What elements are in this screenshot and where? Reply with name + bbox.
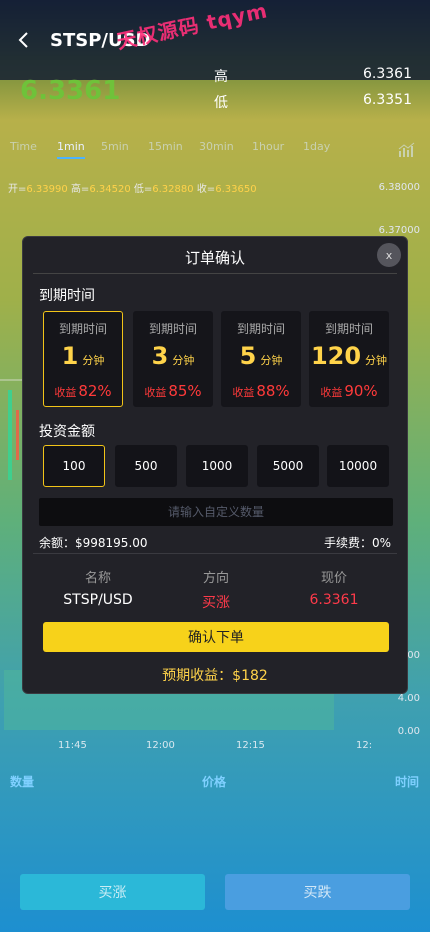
- divider: [33, 553, 397, 554]
- indicator-icon[interactable]: [398, 142, 416, 158]
- info-direction: 方向 买涨: [161, 567, 271, 612]
- y-tick: 4.00: [397, 693, 420, 704]
- interval-tabs: Time 1min 5min 15min 30min 1hour 1day: [0, 136, 430, 166]
- duration-option-1min[interactable]: 到期时间 1 分钟 收益 82%: [43, 311, 123, 407]
- duration-label: 到期时间: [236, 322, 285, 336]
- y-tick: 6.37000: [378, 225, 420, 236]
- duration-option-120min[interactable]: 到期时间 120 分钟 收益 90%: [309, 311, 389, 407]
- current-price: 6.3361: [20, 76, 121, 106]
- balance-text: 余额：$998195.00: [39, 536, 148, 550]
- info-label: 方向: [202, 571, 229, 586]
- duration-yield: 收益 88%: [232, 382, 290, 400]
- close-button[interactable]: x: [377, 243, 401, 267]
- duration-value: 120 分钟: [310, 342, 388, 370]
- back-icon[interactable]: [16, 30, 30, 50]
- amount-label: 投资金额: [39, 424, 95, 440]
- duration-yield: 收益 90%: [320, 382, 378, 400]
- open-value: 6.33990: [26, 184, 68, 195]
- low-label: 低: [214, 95, 228, 111]
- price-header: 价格: [202, 775, 227, 789]
- tab-1day[interactable]: 1day: [303, 140, 330, 153]
- ohlc-readout: 开=6.33990 高=6.34520 低=6.32880 收=6.33650: [8, 180, 257, 195]
- low-value: 6.3351: [363, 92, 412, 108]
- qty-header: 数量: [10, 775, 35, 789]
- divider: [33, 273, 397, 274]
- y-tick: 6.38000: [378, 182, 420, 193]
- tab-30min[interactable]: 30min: [199, 140, 234, 153]
- order-confirm-modal: 订单确认 x 到期时间 到期时间 1 分钟 收益 82% 到期时间 3 分钟 收益 85…: [22, 236, 408, 694]
- info-value: 买涨: [202, 595, 230, 611]
- amount-option-10000[interactable]: 10000: [327, 445, 389, 487]
- duration-label: 到期时间: [324, 322, 373, 336]
- y-tick: 0.00: [397, 726, 420, 737]
- duration-option-3min[interactable]: 到期时间 3 分钟 收益 85%: [133, 311, 213, 407]
- tab-15min[interactable]: 15min: [148, 140, 183, 153]
- duration-yield: 收益 82%: [54, 382, 112, 400]
- info-label: 现价: [320, 571, 347, 586]
- info-value: 6.3361: [309, 592, 359, 608]
- x-tick: 12:15: [236, 740, 265, 751]
- expected-profit: 预期收益：$182: [162, 668, 268, 684]
- custom-amount-input[interactable]: [39, 498, 393, 526]
- buy-down-button[interactable]: 买跌: [225, 874, 410, 910]
- duration-yield: 收益 85%: [144, 382, 202, 400]
- candle: [8, 390, 12, 480]
- high-label-ohlc: 高=: [70, 184, 90, 195]
- confirm-order-button[interactable]: 确认下单: [43, 622, 389, 652]
- duration-label: 到期时间: [58, 322, 107, 336]
- amount-option-1000[interactable]: 1000: [186, 445, 248, 487]
- high-value: 6.3361: [363, 66, 412, 82]
- low-value-ohlc: 6.32880: [152, 184, 194, 195]
- amount-option-5000[interactable]: 5000: [257, 445, 319, 487]
- buy-up-button[interactable]: 买涨: [20, 874, 205, 910]
- expiry-label: 到期时间: [39, 288, 95, 304]
- info-label: 名称: [84, 571, 111, 586]
- fee-text: 手续费：0%: [323, 536, 391, 550]
- duration-value: 5 分钟: [239, 342, 283, 370]
- amount-option-100[interactable]: 100: [43, 445, 105, 487]
- close-icon: x: [385, 248, 393, 262]
- high-label: 高: [214, 69, 228, 85]
- info-value: STSP/USD: [63, 592, 133, 608]
- x-tick: 12:: [356, 740, 373, 751]
- tab-1min[interactable]: 1min: [57, 140, 85, 159]
- close-value: 6.33650: [215, 184, 257, 195]
- time-header: 时间: [395, 775, 420, 789]
- high-value-ohlc: 6.34520: [89, 184, 131, 195]
- candle: [16, 410, 19, 460]
- duration-value: 3 分钟: [151, 342, 195, 370]
- x-tick: 11:45: [58, 740, 87, 751]
- open-label: 开=: [8, 184, 27, 195]
- tab-5min[interactable]: 5min: [101, 140, 129, 153]
- amount-option-500[interactable]: 500: [115, 445, 177, 487]
- price-panel: 6.3361 高 6.3361 低 6.3351: [0, 50, 430, 130]
- duration-label: 到期时间: [148, 322, 197, 336]
- tab-time[interactable]: Time: [10, 140, 37, 153]
- info-name: 名称 STSP/USD: [43, 567, 153, 608]
- modal-title: 订单确认: [184, 249, 245, 267]
- duration-value: 1 分钟: [61, 342, 105, 370]
- info-price: 现价 6.3361: [279, 567, 389, 608]
- low-label-ohlc: 低=: [133, 184, 153, 195]
- x-tick: 12:00: [146, 740, 175, 751]
- close-label: 收=: [196, 184, 216, 195]
- tab-1hour[interactable]: 1hour: [252, 140, 284, 153]
- duration-option-5min[interactable]: 到期时间 5 分钟 收益 88%: [221, 311, 301, 407]
